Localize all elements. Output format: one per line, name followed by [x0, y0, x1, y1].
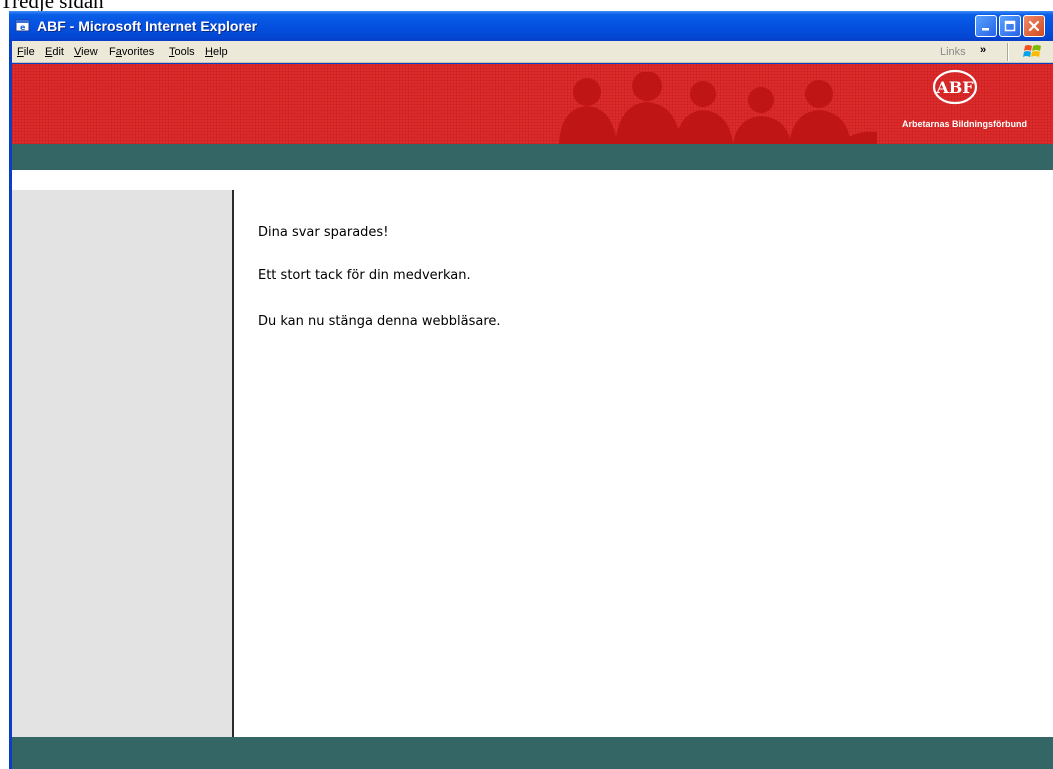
minimize-icon — [982, 28, 989, 31]
saved-message: Dina svar sparades! — [258, 225, 389, 240]
menu-separator — [1007, 43, 1009, 61]
bottom-band — [12, 737, 1053, 769]
left-sidebar — [12, 190, 234, 737]
windows-logo-icon — [1023, 45, 1041, 57]
menu-help[interactable]: Help — [205, 41, 228, 63]
menu-favorites[interactable]: Favorites — [109, 41, 154, 63]
links-chevron[interactable]: » — [980, 41, 986, 59]
menu-file[interactable]: File — [17, 41, 35, 63]
links-label[interactable]: Links — [940, 41, 966, 63]
menu-tools[interactable]: Tools — [169, 41, 195, 63]
title-bar[interactable]: e ABF - Microsoft Internet Explorer — [9, 11, 1053, 41]
abf-subtitle: Arbetarnas Bildningsförbund — [901, 119, 1027, 129]
thanks-message: Ett stort tack för din medverkan. — [258, 268, 471, 283]
ie-icon: e — [15, 19, 30, 32]
web-page: ABF Arbetarnas Bildningsförbund Dina sva… — [12, 64, 1053, 769]
maximize-button[interactable] — [999, 15, 1021, 37]
people-silhouettes — [559, 72, 877, 144]
close-icon — [1028, 20, 1040, 32]
browser-window: e ABF - Microsoft Internet Explorer File… — [9, 11, 1053, 769]
header-banner: ABF Arbetarnas Bildningsförbund — [12, 64, 1053, 144]
page-caption: Tredje sidan — [0, 0, 104, 13]
svg-text:e: e — [20, 23, 26, 32]
abf-logo-icon: ABF — [932, 69, 978, 105]
minimize-button[interactable] — [975, 15, 997, 37]
top-band — [12, 144, 1053, 170]
close-button[interactable] — [1023, 15, 1045, 37]
maximize-icon — [1004, 20, 1016, 32]
svg-text:ABF: ABF — [935, 78, 974, 97]
menu-bar: File Edit View Favorites Tools Help Link… — [12, 41, 1053, 63]
close-browser-message: Du kan nu stänga denna webbläsare. — [258, 314, 501, 329]
main-content: Dina svar sparades! Ett stort tack för d… — [236, 190, 1053, 737]
menu-view[interactable]: View — [74, 41, 98, 63]
window-title: ABF - Microsoft Internet Explorer — [37, 18, 258, 34]
menu-edit[interactable]: Edit — [45, 41, 64, 63]
